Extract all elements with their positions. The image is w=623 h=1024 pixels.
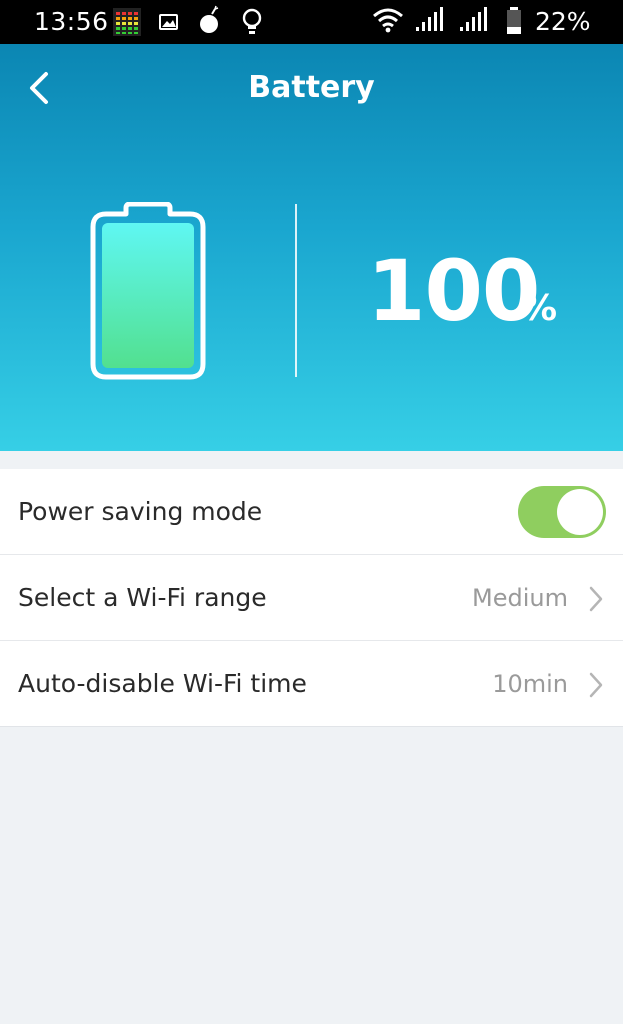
settings-list: Power saving mode Select a Wi-Fi range M…: [0, 469, 623, 727]
chevron-right-icon: [589, 586, 603, 612]
lightbulb-icon: [242, 8, 262, 34]
bomb-icon: [200, 5, 219, 33]
wifi-icon: [373, 8, 403, 33]
setting-label: Select a Wi-Fi range: [18, 583, 267, 612]
chevron-right-icon: [589, 672, 603, 698]
image-icon: [159, 14, 178, 30]
setting-auto-disable-wifi-time[interactable]: Auto-disable Wi-Fi time 10min: [0, 641, 623, 727]
setting-wifi-range[interactable]: Select a Wi-Fi range Medium: [0, 555, 623, 641]
battery-level-unit: %: [521, 288, 558, 329]
battery-level-value: 100: [367, 242, 540, 340]
setting-label: Auto-disable Wi-Fi time: [18, 669, 307, 698]
status-time: 13:56: [34, 7, 109, 36]
equalizer-app-icon: [113, 8, 141, 36]
setting-power-saving-mode[interactable]: Power saving mode: [0, 469, 623, 555]
battery-percent: 22%: [535, 7, 591, 36]
battery-header: Battery 100 %: [0, 44, 623, 451]
header-divider: [295, 204, 297, 377]
status-bar: 13:56 22%: [0, 0, 623, 44]
power-saving-toggle[interactable]: [518, 486, 606, 538]
signal-icon-2: [460, 7, 487, 31]
toggle-knob: [557, 489, 603, 535]
battery-level-icon: [90, 202, 206, 380]
battery-icon: [507, 7, 521, 34]
setting-value: 10min: [492, 670, 568, 698]
signal-icon: [416, 7, 443, 31]
battery-fill: [102, 223, 194, 368]
page-title: Battery: [248, 70, 375, 105]
setting-value: Medium: [472, 584, 568, 612]
setting-label: Power saving mode: [18, 497, 263, 526]
